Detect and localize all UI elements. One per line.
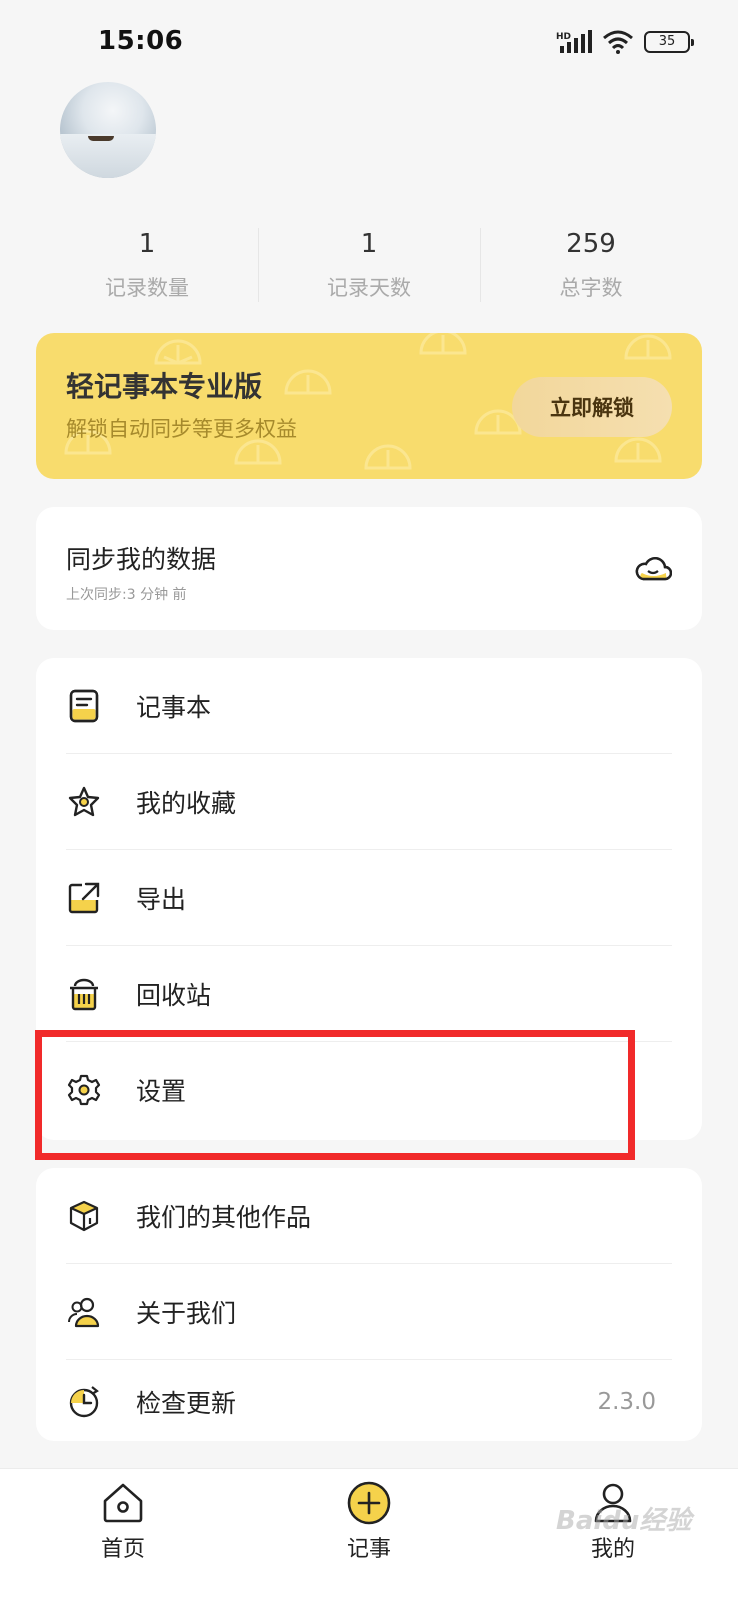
version-value: 2.3.0 [597, 1389, 656, 1415]
stat-label: 总字数 [559, 276, 623, 300]
menu-item-label: 回收站 [136, 981, 212, 1010]
menu-card-main: 记事本 我的收藏 导出 回收站 设置 [36, 658, 702, 1140]
menu-item-trash[interactable]: 回收站 [36, 946, 702, 1042]
notebook-icon [69, 689, 99, 723]
status-bar: 15:06 HD 35 [0, 0, 738, 86]
stat-label: 记录数量 [105, 276, 189, 300]
menu-item-favorites[interactable]: 我的收藏 [36, 754, 702, 850]
stats-row: 1 记录数量 1 记录天数 259 总字数 [36, 222, 702, 312]
pro-upgrade-card[interactable]: 轻记事本专业版 解锁自动同步等更多权益 立即解锁 [36, 333, 702, 479]
status-time: 15:06 [98, 26, 184, 56]
stat-value: 1 [138, 229, 156, 259]
people-icon [68, 1297, 100, 1328]
pro-subtitle: 解锁自动同步等更多权益 [66, 417, 297, 441]
menu-item-label: 记事本 [136, 693, 212, 722]
sync-card[interactable]: 同步我的数据 上次同步:3 分钟 前 [36, 507, 702, 630]
update-icon [69, 1386, 99, 1418]
stat-word-count: 259 总字数 [480, 222, 702, 312]
tab-label: 记事 [346, 1537, 391, 1562]
signal-icon: HD [556, 30, 592, 53]
box-icon [69, 1200, 99, 1232]
unlock-button[interactable]: 立即解锁 [512, 377, 672, 437]
avatar[interactable] [60, 82, 156, 178]
cloud-icon[interactable] [634, 549, 672, 587]
menu-item-settings[interactable]: 设置 [36, 1042, 702, 1138]
menu-item-label: 检查更新 [136, 1389, 237, 1418]
avatar-boat [88, 136, 114, 141]
stat-value: 1 [360, 229, 378, 259]
menu-item-about[interactable]: 关于我们 [36, 1264, 702, 1360]
menu-item-label: 关于我们 [136, 1299, 237, 1328]
watermark: Baidu经验 [556, 1506, 692, 1536]
export-icon [68, 882, 100, 914]
sync-title: 同步我的数据 [66, 545, 217, 574]
menu-card-more: 我们的其他作品 关于我们 检查更新 2.3.0 [36, 1168, 702, 1441]
menu-item-check-update[interactable]: 检查更新 2.3.0 [36, 1354, 702, 1450]
menu-item-label: 我们的其他作品 [136, 1203, 312, 1232]
menu-item-label: 我的收藏 [136, 789, 237, 818]
add-icon [347, 1481, 391, 1525]
star-icon [68, 786, 100, 817]
menu-item-export[interactable]: 导出 [36, 850, 702, 946]
sync-subtitle: 上次同步:3 分钟 前 [66, 587, 187, 603]
home-icon [103, 1483, 143, 1523]
wifi-icon [603, 30, 633, 54]
battery-icon: 35 [644, 31, 694, 53]
trash-icon [70, 978, 98, 1011]
stat-record-count: 1 记录数量 [36, 222, 258, 312]
network-label: HD [556, 32, 571, 42]
menu-item-label: 导出 [136, 885, 187, 914]
status-icons: HD 35 [556, 30, 694, 54]
tab-notes[interactable]: 记事 [309, 1481, 429, 1591]
pro-title: 轻记事本专业版 [66, 370, 263, 403]
menu-item-notebook[interactable]: 记事本 [36, 658, 702, 754]
stat-value: 259 [566, 229, 616, 259]
menu-item-label: 设置 [136, 1077, 187, 1106]
tab-home[interactable]: 首页 [63, 1481, 183, 1591]
gear-icon [67, 1074, 101, 1106]
menu-item-other-apps[interactable]: 我们的其他作品 [36, 1168, 702, 1264]
stat-record-days: 1 记录天数 [258, 222, 480, 312]
stat-label: 记录天数 [327, 276, 411, 300]
tab-label: 首页 [100, 1537, 145, 1562]
